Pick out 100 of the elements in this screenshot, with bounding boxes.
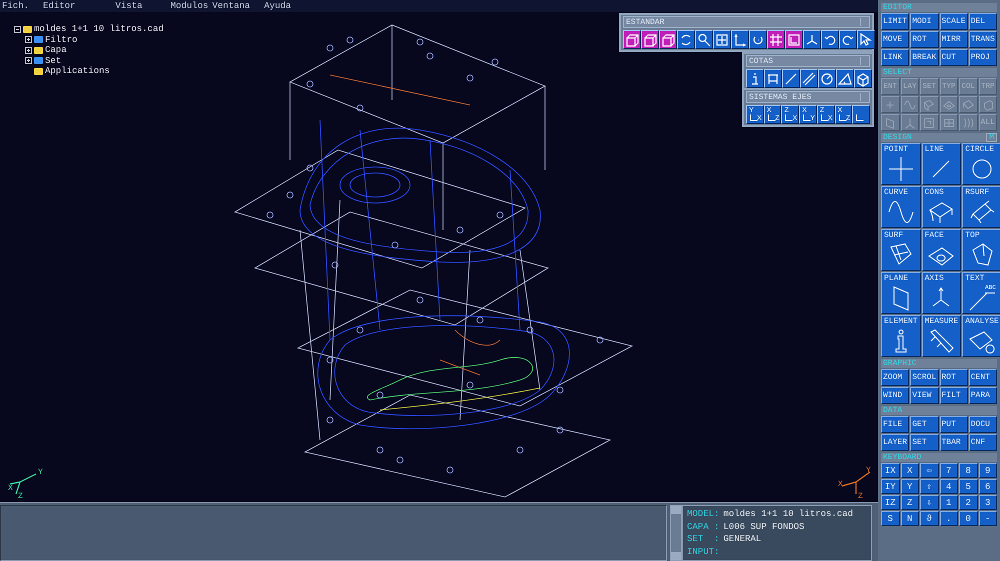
panel-button[interactable]: CNF bbox=[968, 434, 997, 451]
toolbar-button[interactable] bbox=[800, 69, 818, 88]
design-tool-button[interactable]: SURF bbox=[881, 229, 921, 271]
panel-button[interactable]: VIEW bbox=[910, 387, 938, 404]
toolbar-button[interactable] bbox=[731, 30, 749, 49]
collapse-toggle[interactable] bbox=[14, 26, 21, 33]
scrollbar[interactable] bbox=[670, 505, 682, 561]
design-tool-button[interactable]: CONS bbox=[922, 186, 962, 228]
panel-button[interactable]: ROT bbox=[910, 31, 938, 48]
keypad-key[interactable]: 6 bbox=[978, 479, 997, 494]
toolbar-button[interactable] bbox=[659, 30, 677, 49]
toolbar-button[interactable] bbox=[749, 30, 767, 49]
menu-item[interactable]: Editor bbox=[43, 0, 76, 12]
design-tool-button[interactable]: ANALYSE bbox=[962, 315, 1000, 357]
menu-item[interactable]: Ventana bbox=[212, 0, 250, 12]
tree-item[interactable]: Filtro bbox=[45, 34, 78, 45]
panel-button[interactable]: PUT bbox=[940, 416, 968, 433]
toolbar-button[interactable] bbox=[803, 30, 821, 49]
toolbar-button[interactable] bbox=[836, 69, 854, 88]
tree-item[interactable]: Applications bbox=[45, 66, 110, 76]
keypad-key[interactable]: X bbox=[900, 463, 919, 478]
keypad-key[interactable]: 8 bbox=[959, 463, 978, 478]
expand-toggle[interactable] bbox=[25, 57, 32, 64]
keypad-key[interactable]: 0 bbox=[959, 511, 978, 526]
toolbar-button[interactable] bbox=[854, 69, 872, 88]
keypad-key[interactable]: IX bbox=[881, 463, 900, 478]
panel-button[interactable]: GET bbox=[910, 416, 938, 433]
keypad-key[interactable]: ⇧ bbox=[920, 479, 938, 494]
toolbar-button[interactable] bbox=[821, 30, 839, 49]
toolbar-button[interactable] bbox=[852, 105, 870, 124]
panel-button[interactable]: MIRR bbox=[940, 31, 968, 48]
menu-item[interactable]: Fich. bbox=[2, 0, 30, 12]
toolbar-button[interactable] bbox=[857, 30, 875, 49]
toolbar-button[interactable] bbox=[713, 30, 731, 49]
panel-button[interactable]: LIMIT bbox=[881, 13, 910, 30]
panel-button[interactable]: PROJ bbox=[968, 49, 997, 66]
panel-button[interactable]: FILT bbox=[940, 387, 968, 404]
toolbar-button[interactable] bbox=[746, 69, 764, 88]
panel-button[interactable]: BREAK bbox=[910, 49, 938, 66]
panel-button[interactable]: CUT bbox=[940, 49, 968, 66]
tree-item[interactable]: moldes 1+1 10 litros.cad bbox=[34, 24, 164, 34]
toolbar-button[interactable] bbox=[623, 30, 641, 49]
toolbar-button[interactable] bbox=[818, 69, 836, 88]
toolbar-button[interactable] bbox=[782, 69, 800, 88]
keypad-key[interactable]: N bbox=[900, 511, 919, 526]
keypad-key[interactable]: . bbox=[940, 511, 958, 526]
keypad-key[interactable]: 2 bbox=[959, 495, 978, 510]
expand-toggle[interactable] bbox=[25, 36, 32, 44]
keypad-key[interactable]: ϑ bbox=[920, 511, 938, 526]
toolbar-button[interactable] bbox=[641, 30, 659, 49]
design-tool-button[interactable]: MEASURE bbox=[922, 315, 962, 357]
keypad-key[interactable]: ⇩ bbox=[920, 495, 938, 510]
panel-button[interactable]: DOCU bbox=[968, 416, 997, 433]
keypad-key[interactable]: S bbox=[881, 511, 900, 526]
tree-item[interactable]: Set bbox=[45, 56, 62, 66]
toolbar-button[interactable] bbox=[677, 30, 695, 49]
panel-button[interactable]: TRANS bbox=[968, 31, 997, 48]
keypad-key[interactable]: 9 bbox=[978, 463, 997, 478]
keypad-key[interactable]: Z bbox=[900, 495, 919, 510]
menu-item[interactable]: Modulos bbox=[170, 0, 208, 12]
design-tool-button[interactable]: LINE bbox=[922, 143, 962, 185]
toolbar-button[interactable] bbox=[839, 30, 857, 49]
keypad-key[interactable]: 4 bbox=[940, 479, 958, 494]
design-tool-button[interactable]: CIRCLE bbox=[962, 143, 1000, 185]
design-tool-button[interactable]: AXIS bbox=[922, 272, 962, 314]
panel-button[interactable]: LINK bbox=[881, 49, 910, 66]
panel-button[interactable]: ROT bbox=[940, 369, 968, 386]
panel-button[interactable]: FILE bbox=[881, 416, 910, 433]
panel-button[interactable]: DEL bbox=[968, 13, 997, 30]
keypad-key[interactable]: 1 bbox=[940, 495, 958, 510]
panel-button[interactable]: MODI bbox=[910, 13, 938, 30]
panel-button[interactable]: SCROL bbox=[910, 369, 938, 386]
panel-button[interactable]: PARA bbox=[968, 387, 997, 404]
design-tool-button[interactable]: ELEMENT bbox=[881, 315, 921, 357]
keypad-key[interactable]: ⇦ bbox=[920, 463, 938, 478]
tree-item[interactable]: Capa bbox=[45, 45, 67, 56]
menu-item[interactable]: Ayuda bbox=[264, 0, 292, 12]
expand-toggle[interactable] bbox=[25, 46, 32, 54]
keypad-key[interactable]: IY bbox=[881, 479, 900, 494]
panel-button[interactable]: CENT bbox=[968, 369, 997, 386]
panel-button[interactable]: LAYER bbox=[881, 434, 910, 451]
panel-button[interactable]: ZOOM bbox=[881, 369, 910, 386]
design-tool-button[interactable]: TOP bbox=[962, 229, 1000, 271]
design-tool-button[interactable]: POINT bbox=[881, 143, 921, 185]
panel-button[interactable]: TBAR bbox=[940, 434, 968, 451]
design-tool-button[interactable]: PLANE bbox=[881, 272, 921, 314]
keypad-key[interactable]: IZ bbox=[881, 495, 900, 510]
toolbar-button[interactable] bbox=[695, 30, 713, 49]
keypad-key[interactable]: 7 bbox=[940, 463, 958, 478]
menu-item[interactable]: Vista bbox=[115, 0, 142, 12]
keypad-key[interactable]: 5 bbox=[959, 479, 978, 494]
keypad-key[interactable]: - bbox=[978, 511, 997, 526]
keypad-key[interactable]: Y bbox=[900, 479, 919, 494]
keypad-key[interactable]: 3 bbox=[978, 495, 997, 510]
toolbar-button[interactable] bbox=[767, 30, 785, 49]
design-tool-button[interactable]: RSURF bbox=[962, 186, 1000, 228]
toolbar-button[interactable] bbox=[764, 69, 782, 88]
design-tool-button[interactable]: CURVE bbox=[881, 186, 921, 228]
panel-button[interactable]: MOVE bbox=[881, 31, 910, 48]
panel-button[interactable]: SCALE bbox=[940, 13, 968, 30]
